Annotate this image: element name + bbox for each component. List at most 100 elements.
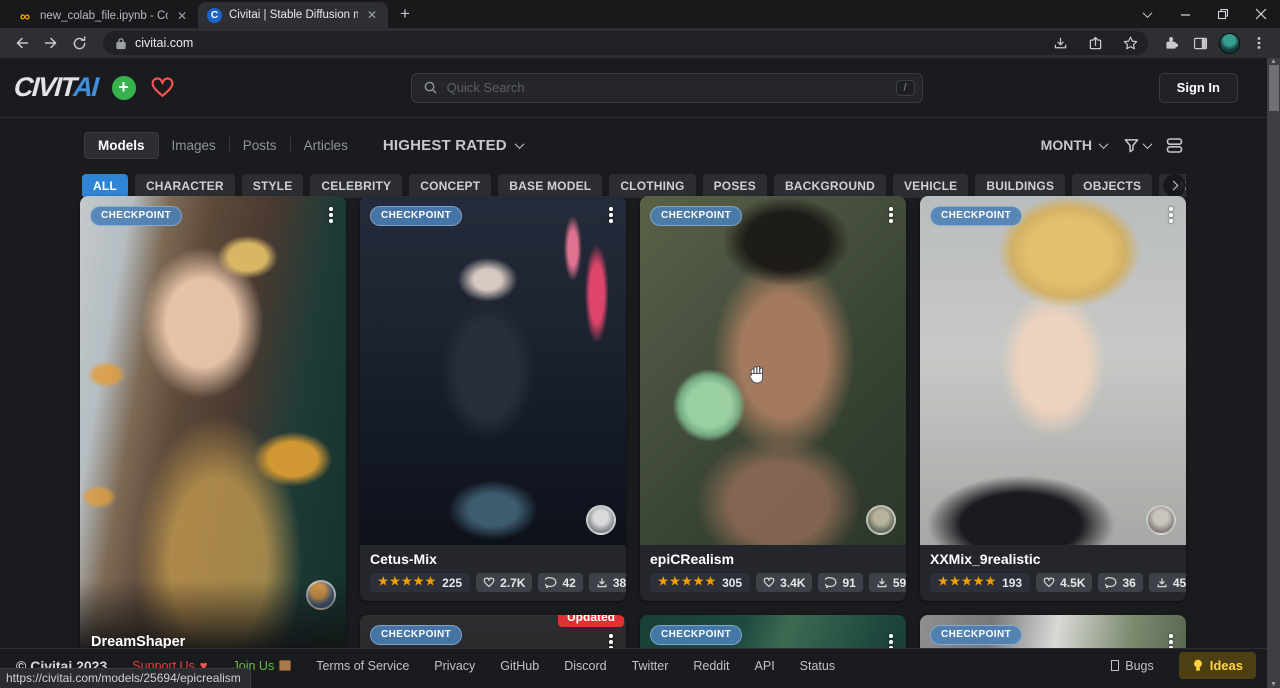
- chip-poses[interactable]: POSES: [703, 174, 767, 198]
- model-type-badge: CHECKPOINT: [370, 625, 462, 645]
- model-card-cetus-mix[interactable]: CHECKPOINT Cetus-Mix ★★★★★225 2.7K 42 38…: [360, 196, 626, 601]
- chevron-down-icon: [1099, 139, 1109, 149]
- address-bar[interactable]: civitai.com: [103, 31, 1148, 55]
- creator-avatar[interactable]: [1146, 505, 1176, 535]
- comments-badge: 36: [1098, 573, 1142, 592]
- model-card-xxmix[interactable]: CHECKPOINT XXMix_9realistic ★★★★★193 4.5…: [920, 196, 1186, 601]
- sort-dropdown[interactable]: HIGHEST RATED: [383, 137, 523, 154]
- search-icon: [423, 80, 438, 95]
- footer-link-discord[interactable]: Discord: [564, 659, 606, 673]
- browser-tab-civitai[interactable]: C Civitai | Stable Diffusion models, ✕: [198, 2, 388, 28]
- scrollbar-up-arrow[interactable]: ▲: [1267, 58, 1280, 65]
- footer-link-github[interactable]: GitHub: [500, 659, 539, 673]
- heart-icon: [763, 577, 775, 588]
- reload-icon[interactable]: [66, 30, 93, 57]
- chip-style[interactable]: STYLE: [242, 174, 304, 198]
- creator-avatar[interactable]: [866, 505, 896, 535]
- share-icon[interactable]: [1082, 30, 1109, 57]
- creator-avatar[interactable]: [586, 505, 616, 535]
- restore-button[interactable]: [1204, 0, 1242, 28]
- footer-link-privacy[interactable]: Privacy: [434, 659, 475, 673]
- footer-link-tos[interactable]: Terms of Service: [316, 659, 409, 673]
- favorites-heart-icon[interactable]: [150, 76, 175, 99]
- browser-profile-avatar[interactable]: [1216, 30, 1243, 57]
- chips-scroll-right-button[interactable]: [1163, 174, 1186, 197]
- likes-badge: 3.4K: [756, 573, 812, 592]
- heart-icon: [483, 577, 495, 588]
- new-tab-button[interactable]: +: [388, 4, 422, 28]
- tab-models[interactable]: Models: [84, 132, 159, 159]
- model-card-epicrealism[interactable]: CHECKPOINT epiCRealism ★★★★★305 3.4K 91 …: [640, 196, 906, 601]
- star-icons: ★★★★★: [378, 577, 437, 589]
- card-stats: ★★★★★305 3.4K 91 59K: [650, 573, 896, 592]
- tab-close-icon[interactable]: ✕: [175, 9, 189, 23]
- scrollbar-thumb[interactable]: [1269, 65, 1279, 111]
- page-scrollbar[interactable]: ▲ ▼: [1267, 58, 1280, 688]
- chip-celebrity[interactable]: CELEBRITY: [310, 174, 402, 198]
- footer-link-twitter[interactable]: Twitter: [632, 659, 669, 673]
- bookmark-star-icon[interactable]: [1117, 30, 1144, 57]
- tab-title: new_colab_file.ipynb - Colaborat: [40, 10, 168, 22]
- card-title: epiCRealism: [650, 551, 896, 567]
- model-type-badge: CHECKPOINT: [650, 206, 742, 226]
- extensions-icon[interactable]: [1158, 30, 1185, 57]
- card-menu-icon[interactable]: [322, 204, 340, 226]
- filter-row: Models Images Posts Articles HIGHEST RAT…: [84, 130, 1184, 160]
- chip-concept[interactable]: CONCEPT: [409, 174, 491, 198]
- back-icon[interactable]: [8, 30, 35, 57]
- footer-link-status[interactable]: Status: [800, 659, 835, 673]
- funnel-icon: [1123, 137, 1140, 154]
- card-stats: ★★★★★225 2.7K 42 38K: [370, 573, 616, 592]
- download-page-icon[interactable]: [1047, 30, 1074, 57]
- footer-link-api[interactable]: API: [755, 659, 775, 673]
- browser-menu-icon[interactable]: [1245, 30, 1272, 57]
- tab-close-icon[interactable]: ✕: [365, 8, 379, 22]
- rating-badge: ★★★★★305: [650, 573, 750, 592]
- layout-toggle-icon[interactable]: [1165, 136, 1184, 155]
- ideas-button[interactable]: Ideas: [1179, 652, 1256, 679]
- tab-search-icon[interactable]: [1128, 0, 1166, 28]
- tab-articles[interactable]: Articles: [291, 133, 361, 158]
- screen: { "browser": { "tabs": [ { "title": "new…: [0, 0, 1280, 688]
- chip-buildings[interactable]: BUILDINGS: [975, 174, 1065, 198]
- side-panel-icon[interactable]: [1187, 30, 1214, 57]
- card-menu-icon[interactable]: [882, 204, 900, 226]
- chip-vehicle[interactable]: VEHICLE: [893, 174, 968, 198]
- footer-link-reddit[interactable]: Reddit: [693, 659, 729, 673]
- model-image: CHECKPOINT: [920, 196, 1186, 545]
- search-input[interactable]: Quick Search /: [411, 73, 923, 103]
- upload-plus-button[interactable]: +: [112, 76, 136, 100]
- tab-images[interactable]: Images: [159, 133, 229, 158]
- chip-background[interactable]: BACKGROUND: [774, 174, 886, 198]
- model-image: CHECKPOINT: [640, 196, 906, 545]
- url-text[interactable]: civitai.com: [135, 36, 1039, 50]
- chip-all[interactable]: ALL: [82, 174, 128, 198]
- chip-clothing[interactable]: CLOTHING: [609, 174, 695, 198]
- close-window-button[interactable]: [1242, 0, 1280, 28]
- search-wrap: Quick Search /: [189, 73, 1145, 103]
- browser-tab-colab[interactable]: ∞ new_colab_file.ipynb - Colaborat ✕: [8, 3, 198, 28]
- chip-character[interactable]: CHARACTER: [135, 174, 235, 198]
- lock-icon[interactable]: [115, 37, 127, 50]
- bugs-button[interactable]: Bugs: [1111, 659, 1154, 673]
- tab-posts[interactable]: Posts: [230, 133, 290, 158]
- civitai-logo[interactable]: CIVITAI: [13, 72, 99, 103]
- chip-objects[interactable]: OBJECTS: [1072, 174, 1152, 198]
- card-menu-icon[interactable]: [1162, 204, 1180, 226]
- scrollbar-down-arrow[interactable]: ▼: [1267, 681, 1280, 688]
- comments-badge: 42: [538, 573, 582, 592]
- model-image: CHECKPOINT DreamShaper: [80, 196, 346, 666]
- card-menu-icon[interactable]: [602, 204, 620, 226]
- period-dropdown[interactable]: MONTH: [1041, 137, 1107, 153]
- sign-in-button[interactable]: Sign In: [1159, 73, 1238, 103]
- card-footer: epiCRealism ★★★★★305 3.4K 91 59K: [640, 545, 906, 601]
- model-image: CHECKPOINT: [360, 196, 626, 545]
- minimize-button[interactable]: [1166, 0, 1204, 28]
- forward-icon[interactable]: [37, 30, 64, 57]
- model-grid: CHECKPOINT DreamShaper CHECKPOINT Cetus-…: [80, 196, 1186, 688]
- rating-badge: ★★★★★193: [930, 573, 1030, 592]
- likes-badge: 2.7K: [476, 573, 532, 592]
- chip-base-model[interactable]: BASE MODEL: [498, 174, 602, 198]
- filter-funnel-dropdown[interactable]: [1123, 137, 1151, 154]
- model-card-dreamshaper[interactable]: CHECKPOINT DreamShaper: [80, 196, 346, 666]
